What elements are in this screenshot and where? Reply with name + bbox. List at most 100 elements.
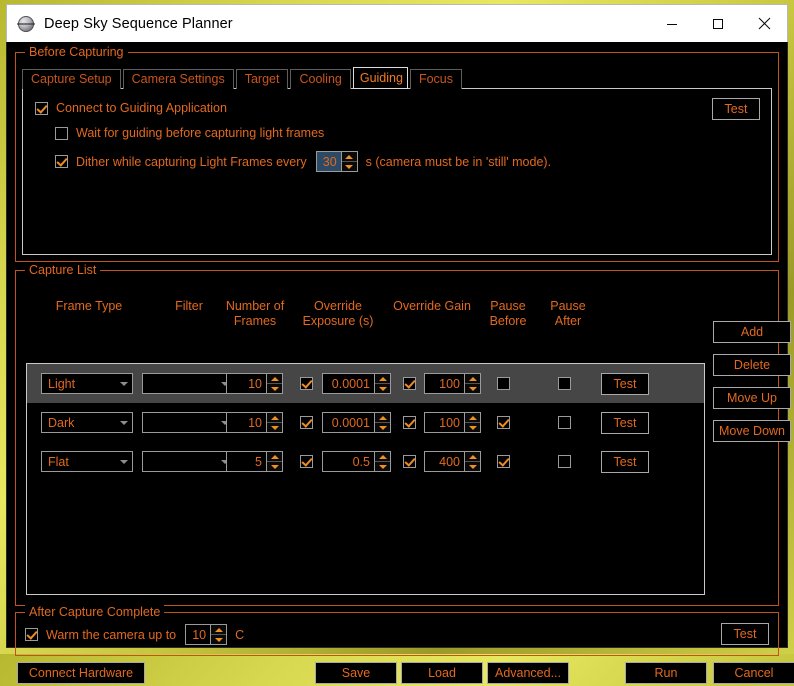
- row2-frames-stepper[interactable]: 10: [226, 412, 283, 433]
- row2-frames-up-arrow-icon[interactable]: [267, 413, 282, 423]
- row2-frames-value[interactable]: 10: [226, 412, 266, 433]
- row2-exposure-stepper[interactable]: 0.0001: [322, 412, 391, 433]
- row3-override-gain-checkbox[interactable]: [403, 455, 416, 468]
- delete-button[interactable]: Delete: [713, 354, 791, 376]
- row2-exposure-up-arrow-icon[interactable]: [375, 413, 390, 423]
- row1-pause-after-checkbox[interactable]: [558, 377, 571, 390]
- row3-pause-after-checkbox[interactable]: [558, 455, 571, 468]
- row2-frame-type-select[interactable]: Dark: [41, 412, 133, 433]
- row1-exposure-up-arrow-icon[interactable]: [375, 374, 390, 384]
- connect-hardware-button[interactable]: Connect Hardware: [17, 662, 145, 684]
- warm-temperature-stepper[interactable]: 10: [185, 624, 228, 645]
- dither-up-arrow-icon[interactable]: [341, 152, 357, 162]
- row3-frames-up-arrow-icon[interactable]: [267, 452, 282, 462]
- move-down-button[interactable]: Move Down: [713, 420, 791, 442]
- row1-pause-before-checkbox[interactable]: [497, 377, 510, 390]
- row3-pause-before-checkbox[interactable]: [497, 455, 510, 468]
- row1-gain-up-arrow-icon[interactable]: [465, 374, 480, 384]
- warm-up-arrow-icon[interactable]: [211, 625, 227, 635]
- load-button[interactable]: Load: [401, 662, 483, 684]
- tab-camera-settings[interactable]: Camera Settings: [122, 69, 234, 89]
- tab-target[interactable]: Target: [235, 69, 289, 89]
- row2-filter-select[interactable]: [142, 412, 234, 433]
- warm-camera-checkbox[interactable]: [25, 628, 38, 641]
- table-row[interactable]: Dark 10 0.0001 100 Test: [27, 403, 704, 442]
- row1-exposure-down-arrow-icon[interactable]: [375, 384, 390, 393]
- add-button[interactable]: Add: [713, 321, 791, 343]
- row3-frame-type-select[interactable]: Flat: [41, 451, 133, 472]
- table-row[interactable]: Light 10 0.0001 100 Test: [27, 364, 704, 403]
- dither-down-arrow-icon[interactable]: [342, 162, 357, 171]
- tab-focus[interactable]: Focus: [409, 69, 462, 89]
- title-bar: Deep Sky Sequence Planner: [6, 4, 788, 42]
- row3-gain-value[interactable]: 400: [424, 451, 464, 472]
- save-button[interactable]: Save: [315, 662, 397, 684]
- row1-frames-up-arrow-icon[interactable]: [267, 374, 282, 384]
- row1-frames-value[interactable]: 10: [226, 373, 266, 394]
- row1-frames-stepper[interactable]: 10: [226, 373, 283, 394]
- move-up-button[interactable]: Move Up: [713, 387, 791, 409]
- guiding-test-button[interactable]: Test: [712, 98, 760, 120]
- tab-capture-setup[interactable]: Capture Setup: [22, 69, 121, 89]
- row1-test-button[interactable]: Test: [601, 372, 649, 395]
- tab-cooling[interactable]: Cooling: [290, 69, 351, 89]
- row2-gain-up-arrow-icon[interactable]: [465, 413, 480, 423]
- row2-pause-after-checkbox[interactable]: [558, 416, 571, 429]
- close-icon[interactable]: [741, 6, 787, 42]
- row3-gain-up-arrow-icon[interactable]: [465, 452, 480, 462]
- row3-frames-value[interactable]: 5: [226, 451, 266, 472]
- row3-frames-down-arrow-icon[interactable]: [267, 462, 282, 471]
- row1-frames-down-arrow-icon[interactable]: [267, 384, 282, 393]
- connect-to-guiding-row[interactable]: Connect to Guiding Application: [35, 101, 227, 115]
- row2-gain-stepper[interactable]: 100: [424, 412, 481, 433]
- row2-exposure-value[interactable]: 0.0001: [322, 412, 374, 433]
- capture-list-box[interactable]: Light 10 0.0001 100 Test Dark 10 0.0001 …: [26, 363, 705, 595]
- row3-test-button[interactable]: Test: [601, 450, 649, 473]
- dither-interval-value[interactable]: 30: [315, 151, 341, 172]
- row2-gain-value[interactable]: 100: [424, 412, 464, 433]
- wait-for-guiding-checkbox[interactable]: [55, 126, 68, 140]
- row3-exposure-down-arrow-icon[interactable]: [375, 462, 390, 471]
- row1-override-exposure-checkbox[interactable]: [300, 377, 313, 390]
- warm-camera-row[interactable]: Warm the camera up to 10 C: [25, 624, 244, 645]
- row1-filter-select[interactable]: [142, 373, 234, 394]
- row3-filter-select[interactable]: [142, 451, 234, 472]
- row3-frames-stepper[interactable]: 5: [226, 451, 283, 472]
- dither-row[interactable]: Dither while capturing Light Frames ever…: [55, 151, 551, 172]
- row2-frames-down-arrow-icon[interactable]: [267, 423, 282, 432]
- dither-interval-arrows[interactable]: [340, 151, 358, 172]
- run-button[interactable]: Run: [625, 662, 707, 684]
- row2-pause-before-checkbox[interactable]: [497, 416, 510, 429]
- row2-test-button[interactable]: Test: [601, 411, 649, 434]
- row3-override-exposure-checkbox[interactable]: [300, 455, 313, 468]
- row2-override-exposure-checkbox[interactable]: [300, 416, 313, 429]
- warm-down-arrow-icon[interactable]: [211, 635, 226, 644]
- row1-gain-value[interactable]: 100: [424, 373, 464, 394]
- row2-exposure-down-arrow-icon[interactable]: [375, 423, 390, 432]
- minimize-icon[interactable]: [649, 6, 695, 42]
- maximize-icon[interactable]: [695, 6, 741, 42]
- row2-override-gain-checkbox[interactable]: [403, 416, 416, 429]
- wait-for-guiding-row[interactable]: Wait for guiding before capturing light …: [55, 126, 324, 140]
- row1-exposure-stepper[interactable]: 0.0001: [322, 373, 391, 394]
- row3-exposure-value[interactable]: 0.5: [322, 451, 374, 472]
- row3-exposure-stepper[interactable]: 0.5: [322, 451, 391, 472]
- cancel-button[interactable]: Cancel: [713, 662, 794, 684]
- row3-exposure-up-arrow-icon[interactable]: [375, 452, 390, 462]
- row3-gain-down-arrow-icon[interactable]: [465, 462, 480, 471]
- table-row[interactable]: Flat 5 0.5 400 Test: [27, 442, 704, 481]
- row2-gain-down-arrow-icon[interactable]: [465, 423, 480, 432]
- row1-exposure-value[interactable]: 0.0001: [322, 373, 374, 394]
- advanced-button[interactable]: Advanced...: [487, 662, 569, 684]
- row1-override-gain-checkbox[interactable]: [403, 377, 416, 390]
- connect-to-guiding-checkbox[interactable]: [35, 101, 48, 115]
- tab-guiding[interactable]: Guiding: [352, 67, 408, 89]
- row1-gain-down-arrow-icon[interactable]: [465, 384, 480, 393]
- after-capture-test-button[interactable]: Test: [721, 623, 769, 645]
- dither-interval-stepper[interactable]: 30: [315, 151, 358, 172]
- row1-frame-type-select[interactable]: Light: [41, 373, 133, 394]
- dither-checkbox[interactable]: [55, 155, 68, 168]
- row1-gain-stepper[interactable]: 100: [424, 373, 481, 394]
- row3-gain-stepper[interactable]: 400: [424, 451, 481, 472]
- warm-temperature-value[interactable]: 10: [185, 624, 211, 645]
